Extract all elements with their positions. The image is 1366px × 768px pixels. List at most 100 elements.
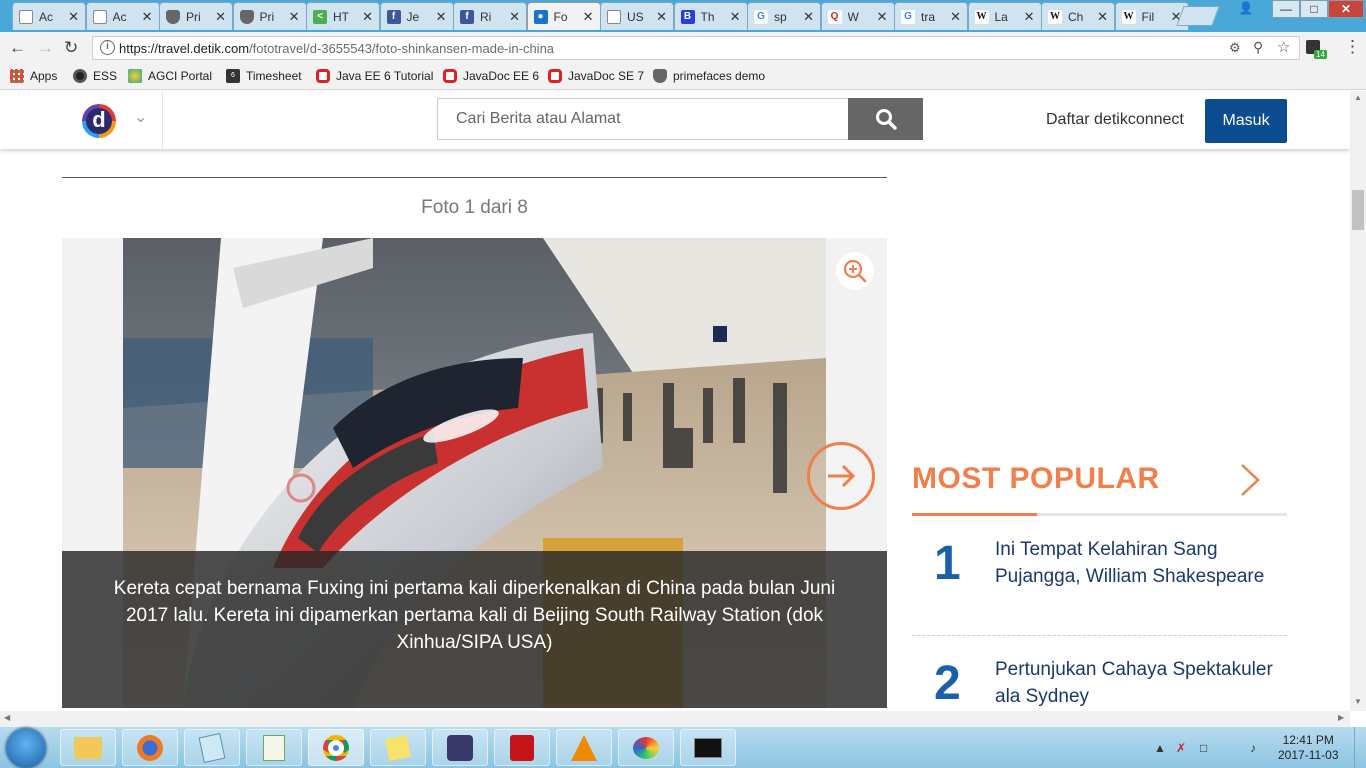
close-icon[interactable]: ✕	[289, 9, 300, 25]
notepadpp-icon	[263, 734, 285, 761]
close-icon[interactable]: ✕	[1024, 9, 1035, 25]
tray-volume-icon[interactable]: ♪	[1250, 741, 1256, 755]
scroll-right-icon[interactable]: ▶	[1338, 713, 1344, 722]
bookmark-ess[interactable]: ESS	[73, 69, 117, 83]
daftar-link[interactable]: Daftar detikconnect	[1046, 111, 1184, 129]
taskbar-notepadpp[interactable]	[246, 729, 302, 766]
search-button[interactable]	[848, 98, 923, 140]
tray-up-arrow-icon[interactable]: ▲	[1154, 741, 1166, 755]
close-icon[interactable]: ✕	[583, 9, 594, 25]
taskbar-chrome[interactable]	[308, 729, 364, 766]
browser-tab[interactable]: Pri ✕	[159, 2, 233, 30]
taskbar-explorer[interactable]	[60, 729, 116, 766]
taskbar-paint[interactable]	[618, 729, 674, 766]
browser-tab[interactable]: W La ✕	[967, 2, 1042, 30]
close-window-button[interactable]: ✕	[1328, 0, 1364, 18]
close-icon[interactable]: ✕	[68, 9, 79, 25]
close-icon[interactable]: ✕	[362, 9, 373, 25]
scroll-left-icon[interactable]: ◀	[4, 713, 10, 722]
page-icon	[19, 9, 33, 24]
close-icon[interactable]: ✕	[215, 9, 226, 25]
translate-icon[interactable]: ⚙	[1229, 40, 1241, 56]
search-input[interactable]	[438, 99, 848, 139]
close-icon[interactable]: ✕	[877, 9, 888, 25]
tray-network-icon[interactable]: ✗	[1176, 741, 1186, 755]
browser-tab[interactable]: B Th ✕	[673, 2, 748, 30]
info-icon[interactable]: i	[100, 40, 115, 55]
taskbar-clock[interactable]: 12:41 PM 2017-11-03	[1278, 733, 1339, 763]
browser-tab[interactable]: Gsp ✕	[747, 2, 821, 30]
start-button[interactable]	[6, 728, 46, 768]
close-icon[interactable]: ✕	[509, 9, 520, 25]
close-icon[interactable]: ✕	[656, 9, 667, 25]
menu-icon[interactable]: ⋮	[1344, 37, 1361, 57]
bookmark-star-icon[interactable]: ☆	[1277, 38, 1290, 56]
close-icon[interactable]: ✕	[950, 9, 961, 25]
taskbar-acrobat[interactable]	[494, 729, 550, 766]
bookmark-timesheet[interactable]: 6 Timesheet	[226, 69, 302, 83]
browser-tab[interactable]: Ac ✕	[12, 2, 86, 30]
bookmark-javadoc-ee-6[interactable]: JavaDoc EE 6	[443, 69, 539, 83]
taskbar-vlc[interactable]	[556, 729, 612, 766]
popular-item[interactable]: 2 Pertunjukan Cahaya Spektakuler ala Syd…	[912, 636, 1287, 711]
browser-tab[interactable]: < HT ✕	[306, 2, 380, 30]
horizontal-scrollbar[interactable]: ◀ ▶	[0, 711, 1350, 727]
address-bar[interactable]: i https://travel.detik.com/fototravel/d-…	[92, 36, 1300, 60]
paint-icon	[633, 736, 659, 759]
tab-label: US	[627, 9, 644, 24]
browser-tab[interactable]: f Ri ✕	[453, 2, 527, 30]
close-icon[interactable]: ✕	[436, 9, 447, 25]
browser-tab[interactable]: ● Fo ✕	[526, 2, 601, 30]
minimize-button[interactable]: —	[1272, 0, 1300, 18]
most-popular-header[interactable]: MOST POPULAR	[912, 461, 1287, 513]
bookmark-javadoc-se-7[interactable]: JavaDoc SE 7	[548, 69, 644, 83]
popular-item[interactable]: 1 Ini Tempat Kelahiran Sang Pujangga, Wi…	[912, 516, 1287, 636]
browser-tab[interactable]: Q W ✕	[820, 2, 895, 30]
taskbar-firefox[interactable]	[122, 729, 178, 766]
bookmark-apps[interactable]: Apps	[10, 69, 57, 83]
tray-device-icon[interactable]: □	[1200, 741, 1207, 755]
browser-tab[interactable]: Ac ✕	[85, 2, 160, 30]
close-icon[interactable]: ✕	[803, 9, 814, 25]
taskbar-cmd[interactable]	[680, 729, 736, 766]
masuk-button[interactable]: Masuk	[1205, 99, 1287, 143]
back-icon[interactable]: ←	[9, 38, 26, 58]
tab-label: La	[994, 9, 1008, 24]
popular-title[interactable]: Pertunjukan Cahaya Spektakuler ala Sydne…	[995, 656, 1275, 710]
portal-icon	[128, 69, 142, 83]
browser-tab[interactable]: Gtra ✕	[894, 2, 968, 30]
vertical-scroll-thumb[interactable]	[1352, 190, 1364, 230]
popular-title[interactable]: Ini Tempat Kelahiran Sang Pujangga, Will…	[995, 536, 1275, 590]
chevron-down-icon[interactable]: ⌄	[134, 107, 147, 127]
bookmark-agci-portal[interactable]: AGCI Portal	[128, 69, 212, 83]
detik-logo[interactable]: d	[82, 104, 116, 138]
scroll-up-icon[interactable]: ▲	[1354, 93, 1362, 102]
zoom-icon[interactable]: ⚲	[1253, 39, 1263, 56]
browser-tab[interactable]: US ✕	[600, 2, 674, 30]
close-icon[interactable]: ✕	[142, 9, 153, 25]
reload-icon[interactable]: ↻	[64, 38, 78, 58]
taskbar-notepad[interactable]	[184, 729, 240, 766]
close-icon[interactable]: ✕	[730, 9, 741, 25]
browser-tab[interactable]: f Je ✕	[379, 2, 454, 30]
vertical-scrollbar[interactable]: ▲ ▼	[1350, 91, 1366, 711]
close-icon[interactable]: ✕	[1097, 9, 1108, 25]
bookmark-primefaces-demo[interactable]: primefaces demo	[653, 69, 765, 83]
show-desktop-button[interactable]	[1354, 727, 1366, 768]
zoom-button[interactable]	[836, 252, 874, 290]
java-ide-icon	[447, 734, 473, 761]
scroll-down-icon[interactable]: ▼	[1354, 697, 1362, 706]
browser-tab[interactable]: W Ch ✕	[1041, 2, 1115, 30]
forward-icon[interactable]: →	[37, 38, 54, 58]
tab-label: Fo	[553, 9, 568, 24]
user-icon[interactable]: 👤	[1232, 0, 1260, 18]
next-photo-button[interactable]	[807, 442, 875, 510]
taskbar-sticky-notes[interactable]	[370, 729, 426, 766]
bookmark-java-ee-6-tutorial[interactable]: Java EE 6 Tutorial	[316, 69, 433, 83]
maximize-button[interactable]: □	[1300, 0, 1328, 18]
tab-label: Pri	[186, 9, 201, 24]
taskbar-java-ee-ide[interactable]	[432, 729, 488, 766]
new-tab-button[interactable]	[1176, 6, 1220, 26]
browser-tab[interactable]: Pri ✕	[232, 2, 307, 30]
header-divider	[162, 91, 163, 149]
